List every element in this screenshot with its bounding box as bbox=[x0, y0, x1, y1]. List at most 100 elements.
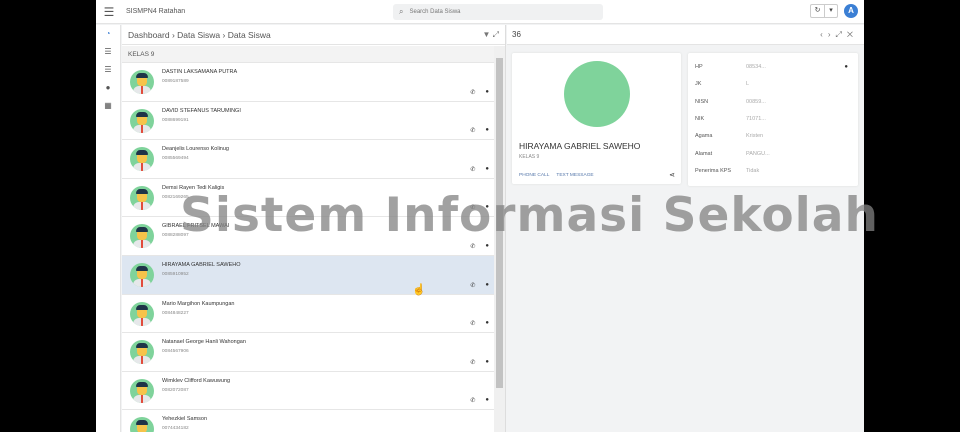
breadcrumb: Dashboard › Data Siswa › Data Siswa ▼ ⤢ bbox=[122, 25, 505, 45]
student-name: Deanjelis Lourenso Kolinug bbox=[162, 146, 229, 153]
user-avatar[interactable]: A bbox=[844, 4, 858, 18]
field-value: 08534... bbox=[746, 64, 766, 70]
phone-icon[interactable]: ✆ bbox=[470, 127, 475, 134]
avatar bbox=[130, 185, 154, 210]
phone-icon[interactable]: ✆ bbox=[470, 243, 475, 250]
search-input[interactable]: ⌕ Search Data Siswa bbox=[393, 4, 603, 20]
phone-icon[interactable]: ✆ bbox=[470, 397, 475, 404]
field-label: NIK bbox=[695, 115, 705, 122]
student-name: HIRAYAMA GABRIEL SAWEHO bbox=[519, 141, 641, 151]
message-icon[interactable]: ● bbox=[485, 243, 489, 250]
list-item[interactable]: DAVID STEFANUS TARUMINGI 0088699191 ✆ ● bbox=[122, 101, 495, 141]
caret-down-icon[interactable]: ▾ bbox=[824, 5, 837, 17]
avatar bbox=[130, 378, 154, 403]
record-id: 36 bbox=[512, 30, 521, 39]
filter-expand-icons[interactable]: ▼ ⤢ bbox=[482, 30, 499, 40]
watermark: Sistem Informasi Sekolah bbox=[180, 188, 879, 243]
list-item[interactable]: HIRAYAMA GABRIEL SAWEHO 0085910952 ✆ ● bbox=[122, 255, 495, 295]
share-icon[interactable]: ⋖ bbox=[669, 171, 675, 179]
student-name: DAVID STEFANUS TARUMINGI bbox=[162, 107, 241, 114]
field-label: HP bbox=[695, 64, 703, 70]
field-label: Penerima KPS bbox=[695, 167, 732, 174]
breadcrumb-current: Data Siswa bbox=[227, 29, 271, 40]
field-label: NISN bbox=[695, 98, 709, 105]
dashboard-icon[interactable]: ◔ bbox=[96, 25, 120, 43]
info-icon[interactable]: ● bbox=[96, 79, 120, 97]
list-item[interactable]: Deanjelis Lourenso Kolinug 0085569494 ✆ ● bbox=[122, 140, 495, 179]
avatar bbox=[130, 224, 154, 249]
phone-icon[interactable]: ✆ bbox=[470, 282, 475, 289]
field-row: JK L bbox=[695, 81, 749, 88]
message-icon[interactable]: ● bbox=[485, 359, 489, 366]
avatar bbox=[130, 340, 154, 365]
list-item[interactable]: Mario Margihon Kaumpungan 0084848227 ✆ ● bbox=[122, 294, 495, 334]
student-name: Wimklev Clifford Kawuwung bbox=[162, 377, 231, 384]
message-icon[interactable]: ● bbox=[485, 166, 489, 173]
side-rail: ◔ ☰ ☰ ● ▦ bbox=[96, 25, 121, 432]
list-item[interactable]: Wimklev Clifford Kawuwung 0082072087 ✆ ● bbox=[122, 371, 495, 411]
app-title: SISMPN4 Ratahan bbox=[126, 8, 186, 15]
refresh-icon[interactable]: ↻ bbox=[811, 5, 824, 17]
detail-nav-icons[interactable]: ‹›⤢✕ bbox=[820, 25, 858, 45]
phone-call-link[interactable]: PHONE CALL bbox=[519, 173, 549, 178]
avatar bbox=[130, 262, 154, 287]
student-nisn: 0088699191 bbox=[162, 117, 189, 123]
field-row: Penerima KPS Tidak bbox=[695, 167, 759, 174]
text-message-link[interactable]: TEXT MESSAGE bbox=[556, 173, 593, 178]
avatar bbox=[130, 70, 154, 94]
student-name: DASTIN LAKSAMANA PUTRA bbox=[162, 69, 238, 75]
phone-icon[interactable]: ✆ bbox=[470, 359, 475, 366]
list-item[interactable]: Yehezkiel Samson 0074434182 ✆● bbox=[122, 410, 495, 432]
phone-icon[interactable]: ✆ bbox=[470, 89, 475, 96]
avatar bbox=[130, 417, 154, 432]
menu-icon[interactable]: ☰ bbox=[96, 5, 122, 19]
field-value: PANGU... bbox=[746, 150, 770, 157]
field-value: 71071... bbox=[746, 115, 766, 122]
student-name: HIRAYAMA GABRIEL SAWEHO bbox=[162, 261, 241, 268]
field-label: Alamat bbox=[695, 150, 713, 157]
search-icon: ⌕ bbox=[399, 7, 404, 16]
list-item[interactable]: Natanael George Hanli Wahongan 008456790… bbox=[122, 333, 495, 372]
profile-card: HIRAYAMA GABRIEL SAWEHO KELAS 9 PHONE CA… bbox=[512, 53, 681, 184]
message-icon[interactable]: ● bbox=[485, 320, 489, 327]
student-nisn: 0074434182 bbox=[162, 426, 189, 432]
field-row: HP 08534... bbox=[695, 64, 766, 70]
student-name: Mario Margihon Kaumpungan bbox=[162, 300, 235, 307]
phone-icon[interactable]: ✆ bbox=[470, 320, 475, 327]
student-nisn: 0085569494 bbox=[162, 156, 189, 162]
field-value: Tidak bbox=[746, 167, 760, 174]
group-header: KELAS 9 bbox=[122, 46, 495, 63]
message-icon[interactable]: ● bbox=[485, 89, 489, 96]
top-bar: ☰ SISMPN4 Ratahan ⌕ Search Data Siswa ↻ ▾ … bbox=[96, 0, 864, 24]
message-icon[interactable]: ● bbox=[485, 127, 489, 134]
avatar bbox=[130, 147, 154, 172]
info-card: ● HP 08534... JK L NISN 00859... NIK 71071... Ag… bbox=[688, 53, 858, 186]
message-icon[interactable]: ● bbox=[485, 397, 489, 404]
list-item[interactable]: DASTIN LAKSAMANA PUTRA 0089187589 ✆ ● bbox=[122, 63, 495, 102]
field-value: Kristen bbox=[746, 133, 764, 140]
student-nisn: 0084567906 bbox=[162, 349, 189, 355]
field-value: 00859... bbox=[746, 98, 766, 105]
field-row: Agama Kristen bbox=[695, 133, 763, 140]
list-icon[interactable]: ☰ bbox=[96, 43, 120, 61]
message-icon[interactable]: ● bbox=[844, 64, 848, 70]
search-placeholder: Search Data Siswa bbox=[409, 9, 461, 15]
field-row: NIK 71071... bbox=[695, 115, 766, 122]
message-icon[interactable]: ● bbox=[485, 282, 489, 289]
mouse-cursor: ☝ bbox=[412, 284, 426, 296]
list-icon-2[interactable]: ☰ bbox=[96, 61, 120, 79]
field-label: JK bbox=[695, 81, 702, 88]
detail-header: 36 ‹›⤢✕ bbox=[507, 25, 864, 45]
field-label: Agama bbox=[695, 133, 713, 140]
student-nisn: 0082072087 bbox=[162, 387, 189, 393]
student-nisn: 0085910952 bbox=[162, 271, 189, 277]
student-name: Natanael George Hanli Wahongan bbox=[162, 339, 246, 346]
refresh-split-button[interactable]: ↻ ▾ bbox=[810, 4, 838, 18]
phone-icon[interactable]: ✆ bbox=[470, 166, 475, 173]
field-row: NISN 00859... bbox=[695, 98, 766, 105]
field-row: Alamat PANGU... bbox=[695, 150, 770, 157]
grid-icon[interactable]: ▦ bbox=[96, 97, 120, 115]
breadcrumb-dashboard[interactable]: Dashboard bbox=[128, 30, 170, 40]
breadcrumb-data-siswa[interactable]: Data Siswa bbox=[177, 30, 220, 40]
avatar bbox=[130, 108, 154, 133]
